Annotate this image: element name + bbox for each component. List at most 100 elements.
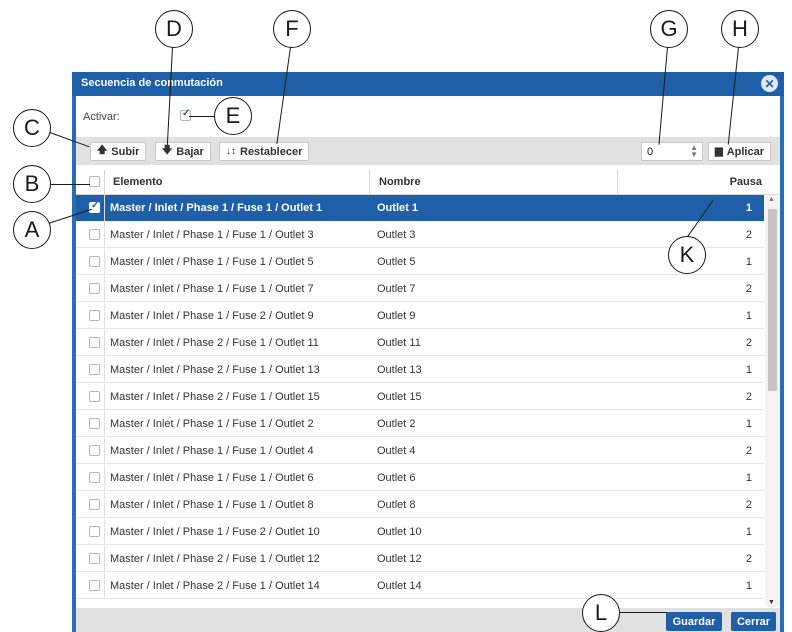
cell-nombre: Outlet 1 xyxy=(377,202,418,214)
select-all-checkbox[interactable] xyxy=(89,176,100,187)
table-row[interactable]: Master / Inlet / Phase 1 / Fuse 1 / Outl… xyxy=(76,438,764,464)
row-divider xyxy=(104,492,105,518)
cerrar-button[interactable]: Cerrar xyxy=(731,612,776,631)
callout-k: K xyxy=(668,236,706,274)
table-row[interactable]: ✓ Master / Inlet / Phase 1 / Fuse 1 / Out… xyxy=(76,195,764,221)
cell-elemento: Master / Inlet / Phase 1 / Fuse 1 / Outl… xyxy=(110,256,314,268)
header-nombre[interactable]: Nombre xyxy=(379,170,421,194)
scroll-down-icon[interactable]: ▼ xyxy=(768,599,775,606)
restablecer-button[interactable]: ↓↕ Restablecer xyxy=(219,142,310,161)
cell-elemento: Master / Inlet / Phase 2 / Fuse 1 / Outl… xyxy=(110,391,320,403)
toolbar: 🡅 Subir 🡇 Bajar ↓↕ Restablecer 0 ▲ ▼ ▆ Ap… xyxy=(76,137,780,165)
subir-button[interactable]: 🡅 Subir xyxy=(90,142,147,161)
table-row[interactable]: Master / Inlet / Phase 1 / Fuse 1 / Outl… xyxy=(76,411,764,437)
cell-pausa: 2 xyxy=(745,283,752,295)
cell-elemento: Master / Inlet / Phase 2 / Fuse 1 / Outl… xyxy=(110,580,320,592)
scroll-thumb[interactable] xyxy=(768,209,777,391)
header-pausa[interactable]: Pausa xyxy=(730,170,762,194)
row-divider xyxy=(104,465,105,491)
row-checkbox[interactable] xyxy=(89,445,100,456)
cell-pausa: 1 xyxy=(745,310,752,322)
row-checkbox[interactable] xyxy=(89,283,100,294)
row-divider xyxy=(104,303,105,329)
cell-elemento: Master / Inlet / Phase 2 / Fuse 1 / Outl… xyxy=(110,553,320,565)
vertical-scrollbar[interactable]: ▲ ▼ xyxy=(765,195,780,607)
cell-pausa: 2 xyxy=(745,337,752,349)
cell-elemento: Master / Inlet / Phase 1 / Fuse 2 / Outl… xyxy=(110,526,320,538)
cerrar-label: Cerrar xyxy=(736,615,771,628)
row-checkbox[interactable] xyxy=(89,256,100,267)
table-row[interactable]: Master / Inlet / Phase 2 / Fuse 1 / Outl… xyxy=(76,573,764,599)
cell-elemento: Master / Inlet / Phase 1 / Fuse 1 / Outl… xyxy=(110,445,314,457)
table-row[interactable]: Master / Inlet / Phase 1 / Fuse 1 / Outl… xyxy=(76,492,764,518)
table-row[interactable]: Master / Inlet / Phase 1 / Fuse 1 / Outl… xyxy=(76,276,764,302)
cell-elemento: Master / Inlet / Phase 1 / Fuse 1 / Outl… xyxy=(110,499,314,511)
cell-elemento: Master / Inlet / Phase 1 / Fuse 1 / Outl… xyxy=(110,283,314,295)
cell-elemento: Master / Inlet / Phase 1 / Fuse 1 / Outl… xyxy=(110,418,314,430)
row-divider xyxy=(104,249,105,275)
callout-b: B xyxy=(13,165,51,203)
callout-a: A xyxy=(13,211,51,249)
spinner-arrows-icon[interactable]: ▲ ▼ xyxy=(690,144,698,159)
row-checkbox[interactable] xyxy=(89,472,100,483)
table-row[interactable]: Master / Inlet / Phase 2 / Fuse 1 / Outl… xyxy=(76,384,764,410)
cell-elemento: Master / Inlet / Phase 1 / Fuse 1 / Outl… xyxy=(110,229,314,241)
guardar-button[interactable]: Guardar xyxy=(666,612,722,631)
row-checkbox[interactable] xyxy=(89,364,100,375)
row-checkbox[interactable] xyxy=(89,418,100,429)
table-row[interactable]: Master / Inlet / Phase 1 / Fuse 1 / Outl… xyxy=(76,249,764,275)
activar-label: Activar: xyxy=(83,111,120,123)
row-divider xyxy=(104,573,105,599)
cell-nombre: Outlet 2 xyxy=(377,418,416,430)
cell-pausa: 1 xyxy=(745,526,752,538)
table-row[interactable]: Master / Inlet / Phase 2 / Fuse 1 / Outl… xyxy=(76,546,764,572)
cell-nombre: Outlet 7 xyxy=(377,283,416,295)
cell-nombre: Outlet 3 xyxy=(377,229,416,241)
guardar-label: Guardar xyxy=(672,615,716,628)
cell-pausa: 2 xyxy=(745,391,752,403)
cell-nombre: Outlet 10 xyxy=(377,526,422,538)
row-checkbox[interactable] xyxy=(89,310,100,321)
row-divider xyxy=(104,276,105,302)
row-checkbox[interactable] xyxy=(89,229,100,240)
spinner-value: 0 xyxy=(647,146,654,158)
table-row[interactable]: Master / Inlet / Phase 1 / Fuse 1 / Outl… xyxy=(76,465,764,491)
arrow-down-icon: 🡇 xyxy=(162,145,173,156)
header-elemento[interactable]: Elemento xyxy=(113,170,163,194)
table-row[interactable]: Master / Inlet / Phase 1 / Fuse 1 / Outl… xyxy=(76,222,764,248)
table-row[interactable]: Master / Inlet / Phase 2 / Fuse 1 / Outl… xyxy=(76,357,764,383)
row-checkbox[interactable] xyxy=(89,553,100,564)
row-checkbox[interactable] xyxy=(89,580,100,591)
cell-nombre: Outlet 8 xyxy=(377,499,416,511)
row-divider xyxy=(104,195,105,221)
cell-nombre: Outlet 14 xyxy=(377,580,422,592)
close-circle-icon[interactable]: ✕ xyxy=(761,75,778,92)
pause-spinner[interactable]: 0 ▲ ▼ xyxy=(641,142,703,161)
callout-l: L xyxy=(582,594,620,632)
table-row[interactable]: Master / Inlet / Phase 2 / Fuse 1 / Outl… xyxy=(76,330,764,356)
table-row[interactable]: Master / Inlet / Phase 1 / Fuse 2 / Outl… xyxy=(76,303,764,329)
row-checkbox[interactable] xyxy=(89,526,100,537)
aplicar-button[interactable]: ▆ Aplicar xyxy=(708,142,771,161)
callout-h: H xyxy=(721,10,759,48)
scroll-up-icon[interactable]: ▲ xyxy=(768,196,775,203)
row-checkbox[interactable] xyxy=(89,337,100,348)
dialog-title: Secuencia de conmutación xyxy=(81,77,223,89)
row-divider xyxy=(104,546,105,572)
cell-elemento: Master / Inlet / Phase 1 / Fuse 1 / Outl… xyxy=(110,202,323,214)
cell-pausa: 1 xyxy=(745,364,752,376)
bajar-button[interactable]: 🡇 Bajar xyxy=(155,142,211,161)
row-checkbox[interactable] xyxy=(89,499,100,510)
row-checkbox[interactable]: ✓ xyxy=(89,200,100,213)
table-body: ✓ Master / Inlet / Phase 1 / Fuse 1 / Out… xyxy=(76,195,764,607)
row-divider xyxy=(104,222,105,248)
table-row[interactable]: Master / Inlet / Phase 1 / Fuse 2 / Outl… xyxy=(76,519,764,545)
dialog-titlebar: Secuencia de conmutación ✕ xyxy=(72,72,784,96)
activar-row: Activar: ✓ xyxy=(76,96,780,136)
row-divider xyxy=(104,330,105,356)
header-divider xyxy=(104,170,105,194)
cell-nombre: Outlet 12 xyxy=(377,553,422,565)
cell-elemento: Master / Inlet / Phase 1 / Fuse 2 / Outl… xyxy=(110,310,314,322)
check-icon: ✓ xyxy=(182,108,191,119)
row-checkbox[interactable] xyxy=(89,391,100,402)
